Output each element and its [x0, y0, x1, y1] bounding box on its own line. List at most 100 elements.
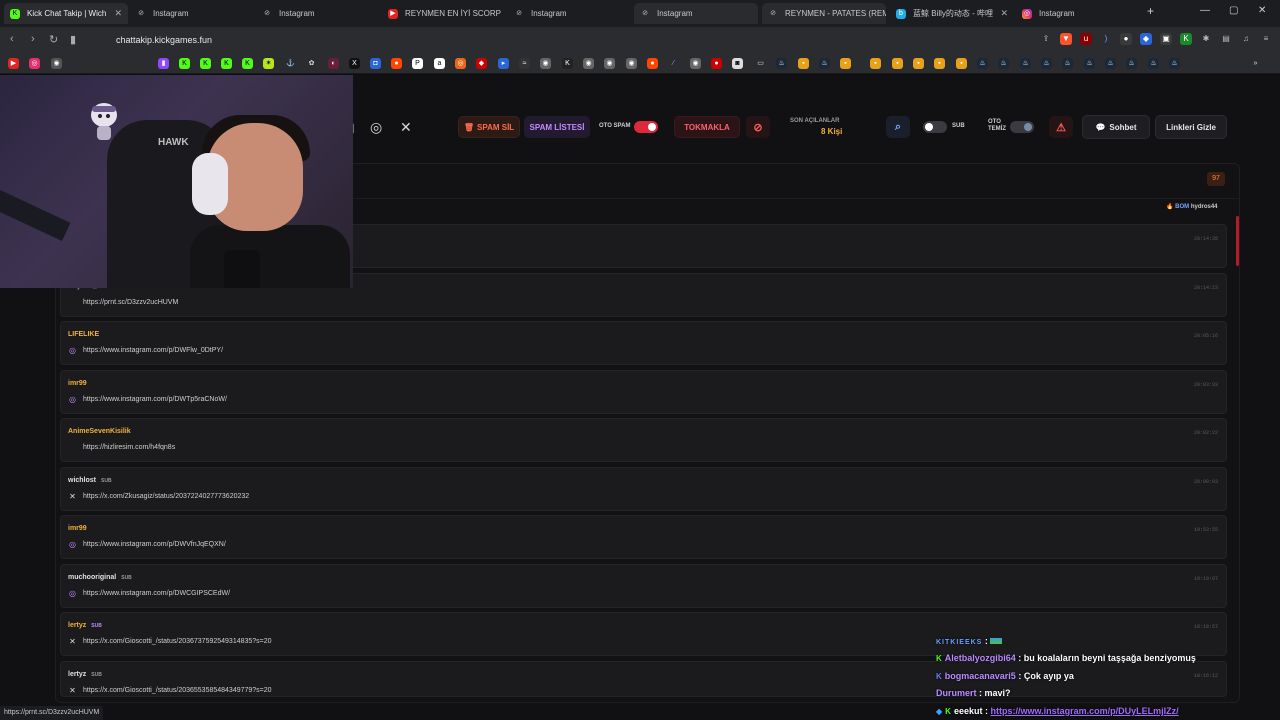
- bookmark-icon[interactable]: ◐: [328, 58, 339, 69]
- bookmark-anchor-icon[interactable]: ⚓: [285, 58, 296, 69]
- bookmark-x-icon[interactable]: X: [349, 58, 360, 69]
- bookmark-icon[interactable]: ●: [711, 58, 722, 69]
- bookmark-steam-icon[interactable]: ♨: [998, 58, 1009, 69]
- bookmark-kick-icon[interactable]: K: [221, 58, 232, 69]
- linkleri-gizle-button[interactable]: Linkleri Gizle: [1155, 115, 1227, 139]
- bookmark-icon[interactable]: ◉: [604, 58, 615, 69]
- link-card[interactable]: muchooriginal SUB ◎ https://www.instagram.c…: [60, 564, 1227, 608]
- extension-icon[interactable]: ◆: [1140, 33, 1152, 45]
- ublock-icon[interactable]: u: [1080, 33, 1092, 45]
- tab-instagram-3[interactable]: ⊘ Instagram: [508, 3, 632, 24]
- sub-toggle[interactable]: [923, 121, 947, 133]
- x-icon[interactable]: ✕: [400, 119, 412, 136]
- bookmark-steam-icon[interactable]: ♨: [1041, 58, 1052, 69]
- bookmark-icon[interactable]: ◉: [626, 58, 637, 69]
- bookmark-icon[interactable]: ▪: [913, 58, 924, 69]
- bookmark-steam-icon[interactable]: ♨: [1105, 58, 1116, 69]
- oto-spam-toggle[interactable]: [634, 121, 658, 133]
- instagram-icon[interactable]: ◎: [370, 119, 382, 136]
- bookmark-icon[interactable]: ▪: [840, 58, 851, 69]
- bookmark-icon[interactable]: P: [412, 58, 423, 69]
- bookmark-amazon-icon[interactable]: a: [434, 58, 445, 69]
- bookmark-youtube-icon[interactable]: ▶: [8, 58, 19, 69]
- bookmark-steam-icon[interactable]: ♨: [977, 58, 988, 69]
- link-card[interactable]: imr99 ◎ https://www.instagram.com/p/DWVfnJ…: [60, 515, 1227, 559]
- chat-link[interactable]: https://www.instagram.com/p/DUyLELmjIZz/: [990, 706, 1178, 716]
- tab-instagram-4[interactable]: ⊘ Instagram: [634, 3, 758, 24]
- close-tab-icon[interactable]: ✕: [114, 8, 122, 19]
- bookmark-icon[interactable]: ▪: [870, 58, 881, 69]
- link-url[interactable]: https://x.com/Gioscotti_/status/20367375…: [83, 638, 272, 645]
- bookmark-steam-icon[interactable]: ♨: [1148, 58, 1159, 69]
- spam-sil-button[interactable]: 🗑 SPAM SİL: [458, 116, 520, 138]
- bookmark-icon[interactable]: K: [562, 58, 573, 69]
- new-tab-button[interactable]: +: [1147, 4, 1154, 18]
- close-tab-icon[interactable]: ✕: [1000, 8, 1008, 19]
- warning-button[interactable]: ⚠: [1049, 116, 1073, 138]
- spam-listesi-button[interactable]: SPAM LİSTESİ: [524, 116, 590, 138]
- bookmark-steam-icon[interactable]: ♨: [1062, 58, 1073, 69]
- bookmark-icon[interactable]: ▪: [956, 58, 967, 69]
- bookmark-icon[interactable]: ✿: [306, 58, 317, 69]
- bookmark-icon[interactable]: ▪: [934, 58, 945, 69]
- tab-instagram-2[interactable]: ⊘ Instagram: [256, 3, 380, 24]
- sound-icon[interactable]: ): [1100, 33, 1112, 45]
- link-url[interactable]: https://www.instagram.com/p/DWFlw_0DtPY/: [83, 347, 223, 354]
- bookmark-kick-icon[interactable]: K: [242, 58, 253, 69]
- bookmark-icon[interactable]: ▪: [798, 58, 809, 69]
- bookmark-icon[interactable]: ⁄: [668, 58, 679, 69]
- bookmark-icon[interactable]: ◎: [455, 58, 466, 69]
- bookmark-twitch-icon[interactable]: ▮: [158, 58, 169, 69]
- bookmark-icon[interactable]: ▸: [498, 58, 509, 69]
- bookmark-icon[interactable]: ●: [647, 58, 658, 69]
- link-url[interactable]: https://www.instagram.com/p/DWCGIPSCEdW/: [83, 590, 230, 597]
- search-button[interactable]: ⌕: [886, 116, 910, 138]
- bookmark-instagram-icon[interactable]: ◎: [29, 58, 40, 69]
- share-icon[interactable]: ⇪: [1040, 33, 1052, 45]
- tokmakla-button[interactable]: TOKMAKLA: [674, 116, 740, 138]
- link-card[interactable]: wichlost SUB ✕ https://x.com/Zkusagiz/statu…: [60, 467, 1227, 511]
- bookmark-steam-icon[interactable]: ♨: [776, 58, 787, 69]
- forward-icon[interactable]: ›: [31, 33, 35, 45]
- ban-button[interactable]: ⊘: [746, 116, 770, 138]
- link-url[interactable]: https://x.com/Gioscotti_/status/20365535…: [83, 687, 272, 694]
- sidebar-icon[interactable]: ▤: [1220, 33, 1232, 45]
- bookmark-icon[interactable]: ◉: [540, 58, 551, 69]
- bookmark-icon[interactable]: ◉: [583, 58, 594, 69]
- brave-shield-icon[interactable]: ▼: [1060, 33, 1072, 45]
- bookmark-icon[interactable]: ◉: [51, 58, 62, 69]
- bookmark-icon[interactable]: ◉: [690, 58, 701, 69]
- link-card[interactable]: AnimeSevenKisilik https://hizliresim.com/…: [60, 418, 1227, 462]
- link-url[interactable]: https://www.instagram.com/p/DWTp5raCNoW/: [83, 396, 227, 403]
- link-card[interactable]: imr99 ◎ https://www.instagram.com/p/DWTp5r…: [60, 370, 1227, 414]
- bookmark-icon[interactable]: ✶: [263, 58, 274, 69]
- link-card[interactable]: LIFELIKE ◎ https://www.instagram.com/p/DWF…: [60, 321, 1227, 365]
- reload-icon[interactable]: ↻: [49, 33, 58, 46]
- bookmark-icon[interactable]: ◆: [476, 58, 487, 69]
- tab-instagram-5[interactable]: ◎ Instagram: [1016, 3, 1140, 24]
- sohbet-button[interactable]: 💬 Sohbet: [1082, 115, 1150, 139]
- link-url[interactable]: https://www.instagram.com/p/DWVfnJqEQXN/: [83, 541, 226, 548]
- bookmark-icon[interactable]: ▮: [70, 33, 76, 46]
- url-input[interactable]: chattakip.kickgames.fun: [116, 35, 212, 45]
- close-window-icon[interactable]: ✕: [1258, 5, 1266, 16]
- link-url[interactable]: https://hizliresim.com/h4fqn8s: [83, 444, 175, 451]
- bookmark-kick-icon[interactable]: K: [179, 58, 190, 69]
- puzzle-icon[interactable]: ✱: [1200, 33, 1212, 45]
- menu-icon[interactable]: ≡: [1260, 33, 1272, 45]
- bookmark-icon[interactable]: ≈: [519, 58, 530, 69]
- extension-icon[interactable]: ▣: [1160, 33, 1172, 45]
- maximize-icon[interactable]: ▢: [1229, 5, 1238, 16]
- bookmark-steam-icon[interactable]: ♨: [1020, 58, 1031, 69]
- minimize-icon[interactable]: —: [1200, 5, 1210, 16]
- link-url[interactable]: https://prnt.sc/D3zzv2ucHUVM: [83, 299, 178, 306]
- scrollbar-thumb[interactable]: [1236, 216, 1239, 266]
- bookmarks-overflow-icon[interactable]: »: [1250, 58, 1261, 69]
- media-icon[interactable]: ♫: [1240, 33, 1252, 45]
- bookmark-steam-icon[interactable]: ♨: [1126, 58, 1137, 69]
- tab-reynmen-patates[interactable]: ⊘ REYNMEN - PATATES (REM: [762, 3, 886, 24]
- link-url[interactable]: https://x.com/Zkusagiz/status/2037224027…: [83, 493, 249, 500]
- bookmark-icon[interactable]: ▪: [892, 58, 903, 69]
- oto-temiz-toggle[interactable]: [1010, 121, 1034, 133]
- bookmark-folder-icon[interactable]: ▭: [755, 58, 766, 69]
